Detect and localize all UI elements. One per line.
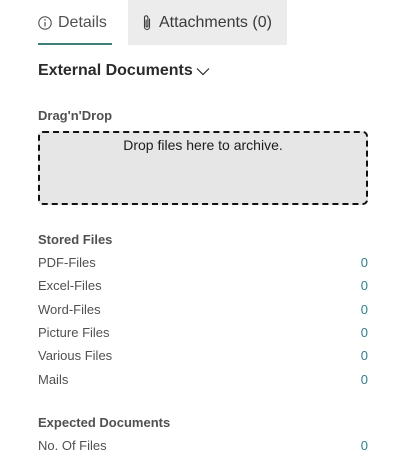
expected-documents-row: No. Of Files 0 (38, 436, 368, 454)
tab-bar: Details Attachments (0) (0, 0, 402, 45)
row-count-link[interactable]: 0 (361, 372, 368, 387)
stored-files-row: Picture Files 0 (38, 323, 368, 341)
stored-files-row: Various Files 0 (38, 346, 368, 364)
paperclip-icon (143, 14, 151, 30)
row-label: Word-Files (38, 301, 101, 317)
row-count-link[interactable]: 0 (361, 255, 368, 270)
row-label: No. Of Files (38, 437, 107, 453)
stored-files-row: Excel-Files 0 (38, 276, 368, 294)
row-count-link[interactable]: 0 (361, 438, 368, 453)
expected-documents-title: Expected Documents (38, 415, 171, 430)
row-label: PDF-Files (38, 254, 96, 270)
chevron-down-icon (196, 67, 210, 75)
row-label: Mails (38, 371, 69, 387)
row-count-link[interactable]: 0 (361, 348, 368, 363)
row-count-link[interactable]: 0 (361, 325, 368, 340)
tab-details-label: Details (58, 13, 107, 31)
stored-files-title: Stored Files (38, 232, 113, 247)
row-label: Various Files (38, 347, 113, 363)
row-label: Excel-Files (38, 277, 102, 293)
stored-files-row: Mails 0 (38, 370, 368, 388)
row-count-link[interactable]: 0 (361, 278, 368, 293)
section-title: External Documents (38, 62, 193, 79)
row-label: Picture Files (38, 324, 110, 340)
dragdrop-label: Drag'n'Drop (38, 108, 113, 123)
tab-attachments[interactable]: Attachments (0) (128, 0, 287, 45)
info-icon (38, 15, 52, 30)
active-tab-indicator (38, 43, 112, 45)
stored-files-row: PDF-Files 0 (38, 253, 368, 271)
dropzone-hint: Drop files here to archive. (123, 137, 283, 153)
external-documents-toggle[interactable]: External Documents (38, 60, 210, 82)
tab-details[interactable]: Details (38, 0, 112, 45)
tab-attachments-label: Attachments (0) (159, 13, 272, 31)
file-dropzone[interactable]: Drop files here to archive. (38, 131, 368, 205)
stored-files-row: Word-Files 0 (38, 300, 368, 318)
row-count-link[interactable]: 0 (361, 302, 368, 317)
